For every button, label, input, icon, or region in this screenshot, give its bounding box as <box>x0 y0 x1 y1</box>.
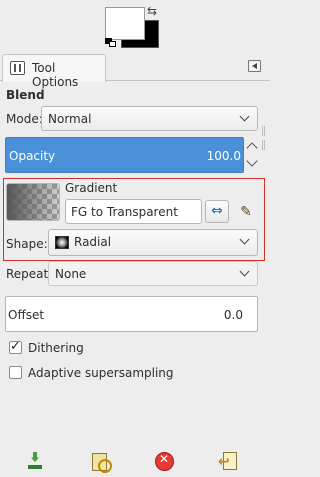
scrollbar-grip[interactable] <box>262 126 268 166</box>
edit-gradient-icon[interactable]: ✎ <box>235 202 257 222</box>
gradient-preview[interactable] <box>6 183 60 221</box>
adaptive-supersampling-checkbox[interactable] <box>9 366 22 379</box>
foreground-color-swatch[interactable] <box>105 7 145 40</box>
color-area: ⇆ <box>0 0 270 54</box>
default-colors-icon[interactable] <box>105 38 117 48</box>
gradient-name-value: FG to Transparent <box>71 205 178 219</box>
repeat-value: None <box>55 267 87 281</box>
offset-label: Offset <box>8 308 45 322</box>
repeat-label: Repeat: <box>6 267 53 281</box>
panel-menu-icon[interactable] <box>248 60 261 72</box>
chevron-down-icon <box>240 236 249 245</box>
chevron-down-icon[interactable] <box>246 155 258 167</box>
gradient-name-field[interactable]: FG to Transparent <box>65 199 202 224</box>
swap-colors-icon[interactable]: ⇆ <box>147 5 157 17</box>
repeat-select[interactable]: None <box>48 261 258 286</box>
shape-value: Radial <box>74 235 112 249</box>
opacity-value: 100.0 <box>206 149 241 163</box>
shape-select[interactable]: Radial <box>48 229 258 256</box>
offset-value: 0.0 <box>223 308 243 322</box>
offset-slider[interactable]: Offset 0.0 <box>5 296 258 332</box>
opacity-label: Opacity <box>9 149 56 163</box>
opacity-slider[interactable]: Opacity 100.0 <box>5 137 244 173</box>
gradient-label: Gradient <box>65 181 118 195</box>
chevron-down-icon <box>240 113 249 122</box>
dock-tab-bar: Tool Options <box>0 54 270 89</box>
reverse-gradient-button[interactable]: ⇔ <box>205 200 229 223</box>
mode-value: Normal <box>48 112 92 126</box>
mode-select[interactable]: Normal <box>41 106 258 131</box>
restore-options-icon[interactable] <box>90 451 112 473</box>
dithering-label[interactable]: Dithering <box>28 341 84 355</box>
tool-options-icon <box>10 61 25 75</box>
tool-options-panel: Blend Mode: Normal Opacity 100.0 Gradien… <box>0 82 270 442</box>
delete-options-icon[interactable] <box>154 451 174 471</box>
bottom-button-bar <box>0 446 270 477</box>
mode-label: Mode: <box>6 112 43 126</box>
chevron-down-icon <box>240 268 249 277</box>
adaptive-supersampling-label[interactable]: Adaptive supersampling <box>28 366 174 380</box>
chevron-up-icon[interactable] <box>246 142 258 154</box>
tool-title: Blend <box>6 88 45 102</box>
radial-shape-icon <box>55 236 69 249</box>
tab-tool-options[interactable]: Tool Options <box>2 54 106 89</box>
opacity-spinner[interactable] <box>246 137 258 173</box>
save-options-icon[interactable] <box>25 451 45 471</box>
reset-options-icon[interactable] <box>218 451 238 471</box>
dithering-checkbox[interactable] <box>9 339 22 354</box>
shape-label: Shape: <box>6 237 48 251</box>
